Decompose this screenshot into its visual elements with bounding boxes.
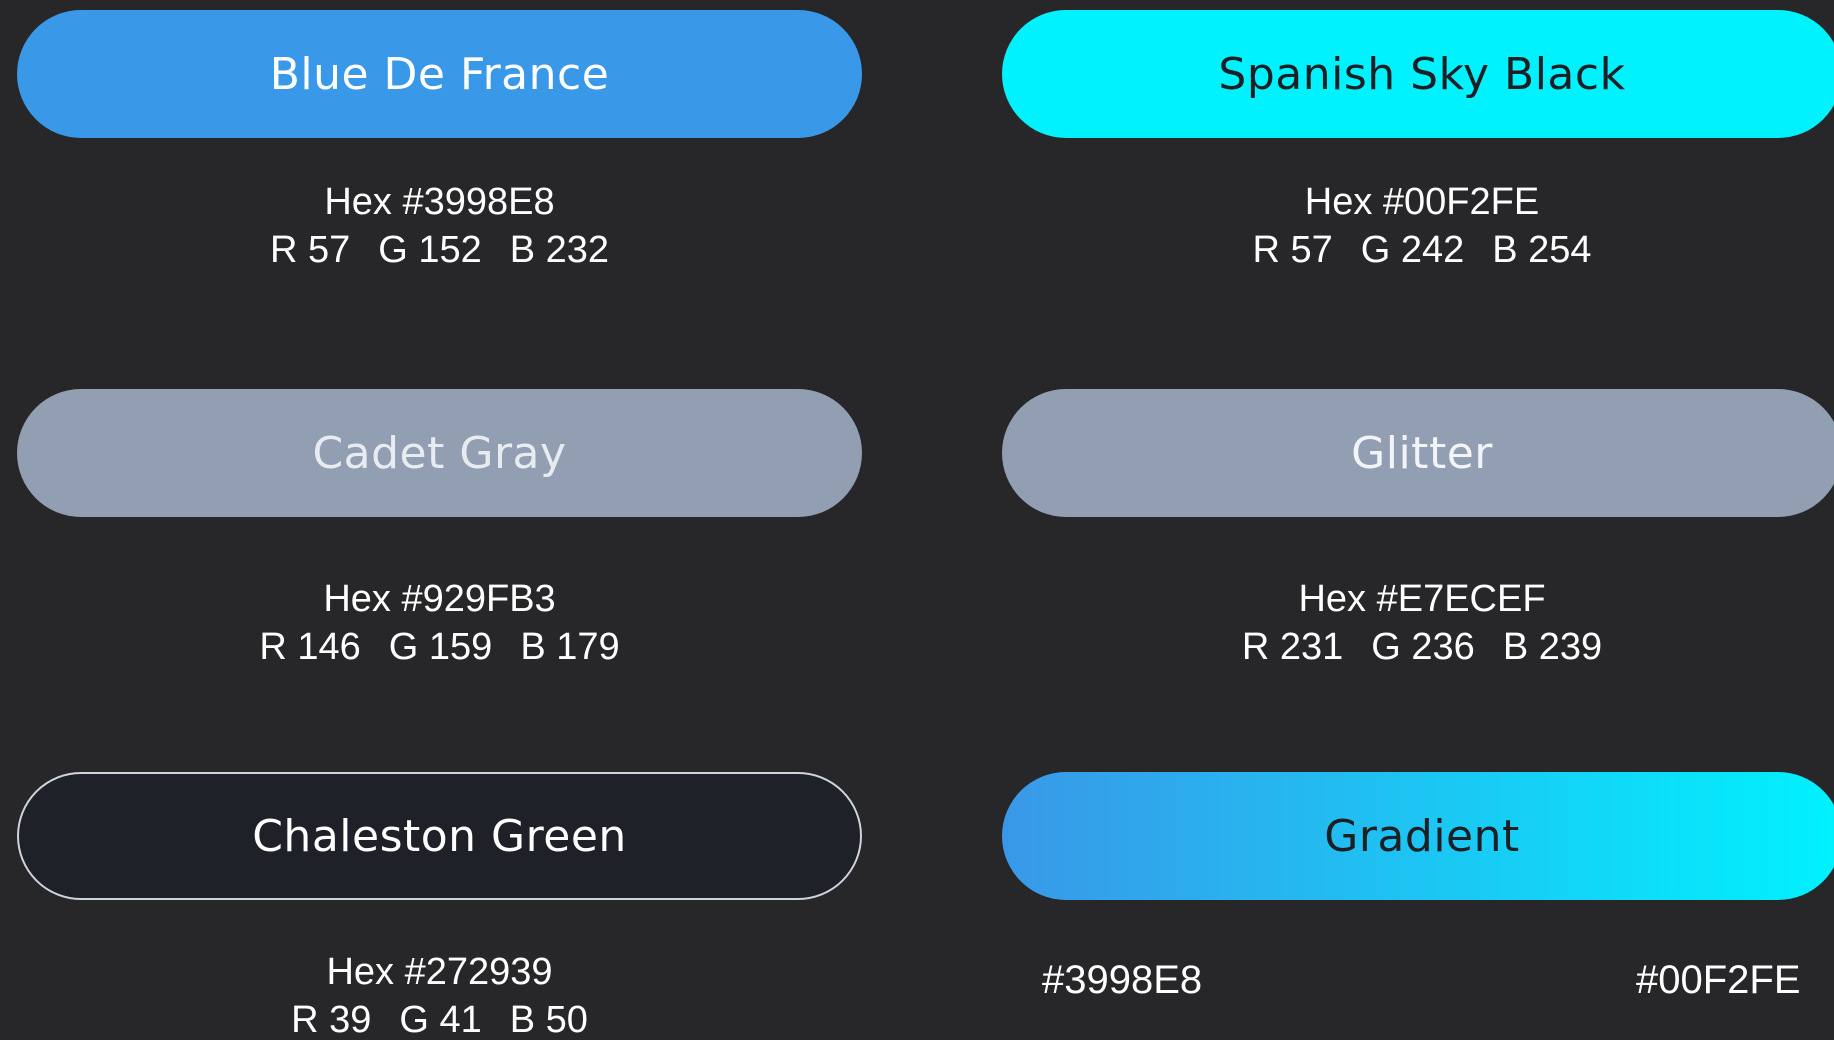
gradient-end-hex: #00F2FE bbox=[1636, 958, 1801, 1002]
swatch-info-blue-de-france: Hex #3998E8 R 57 G 152 B 232 bbox=[17, 178, 862, 274]
swatch-info-chaleston-green: Hex #272939 R 39 G 41 B 50 bbox=[17, 948, 862, 1040]
g-value: G 236 bbox=[1371, 626, 1475, 668]
swatch-cadet-gray: Cadet Gray bbox=[17, 389, 862, 517]
swatch-name: Chaleston Green bbox=[252, 810, 627, 862]
swatch-gradient: Gradient bbox=[1002, 772, 1834, 900]
hex-value: Hex #3998E8 bbox=[324, 181, 555, 223]
r-value: R 57 bbox=[1252, 229, 1333, 271]
r-value: R 39 bbox=[291, 999, 372, 1040]
g-value: G 41 bbox=[399, 999, 482, 1040]
b-value: B 50 bbox=[509, 999, 588, 1040]
r-value: R 231 bbox=[1241, 626, 1344, 668]
rgb-values: R 57 G 152 B 232 bbox=[17, 226, 862, 274]
b-value: B 254 bbox=[1492, 229, 1592, 271]
swatch-name: Spanish Sky Black bbox=[1218, 48, 1626, 100]
r-value: R 57 bbox=[269, 229, 351, 271]
rgb-values: R 231 G 236 B 239 bbox=[1002, 623, 1834, 671]
swatch-name: Blue De France bbox=[269, 48, 610, 100]
hex-value: Hex #929FB3 bbox=[323, 578, 556, 620]
rgb-values: R 146 G 159 B 179 bbox=[17, 623, 862, 671]
swatch-name: Gradient bbox=[1324, 810, 1520, 862]
color-palette-page: Blue De France Hex #3998E8 R 57 G 152 B 23… bbox=[0, 0, 1834, 1040]
swatch-name: Glitter bbox=[1351, 427, 1493, 479]
swatch-info-glitter: Hex #E7ECEF R 231 G 236 B 239 bbox=[1002, 575, 1834, 671]
b-value: B 179 bbox=[520, 626, 620, 668]
hex-value: Hex #00F2FE bbox=[1304, 181, 1540, 223]
swatch-info-cadet-gray: Hex #929FB3 R 146 G 159 B 179 bbox=[17, 575, 862, 671]
swatch-spanish-sky-black: Spanish Sky Black bbox=[1002, 10, 1834, 138]
gradient-start-hex: #3998E8 bbox=[1042, 958, 1203, 1002]
swatch-name: Cadet Gray bbox=[312, 427, 567, 479]
hex-value: Hex #E7ECEF bbox=[1298, 578, 1546, 620]
swatch-blue-de-france: Blue De France bbox=[17, 10, 862, 138]
rgb-values: R 39 G 41 B 50 bbox=[17, 996, 862, 1040]
g-value: G 242 bbox=[1360, 229, 1465, 271]
rgb-values: R 57 G 242 B 254 bbox=[1002, 226, 1834, 274]
r-value: R 146 bbox=[259, 626, 361, 668]
g-value: G 152 bbox=[378, 229, 482, 271]
b-value: B 232 bbox=[509, 229, 610, 271]
g-value: G 159 bbox=[388, 626, 493, 668]
b-value: B 239 bbox=[1502, 626, 1603, 668]
hex-value: Hex #272939 bbox=[326, 951, 553, 993]
swatch-info-spanish-sky-black: Hex #00F2FE R 57 G 242 B 254 bbox=[1002, 178, 1834, 274]
swatch-glitter: Glitter bbox=[1002, 389, 1834, 517]
swatch-chaleston-green: Chaleston Green bbox=[17, 772, 862, 900]
